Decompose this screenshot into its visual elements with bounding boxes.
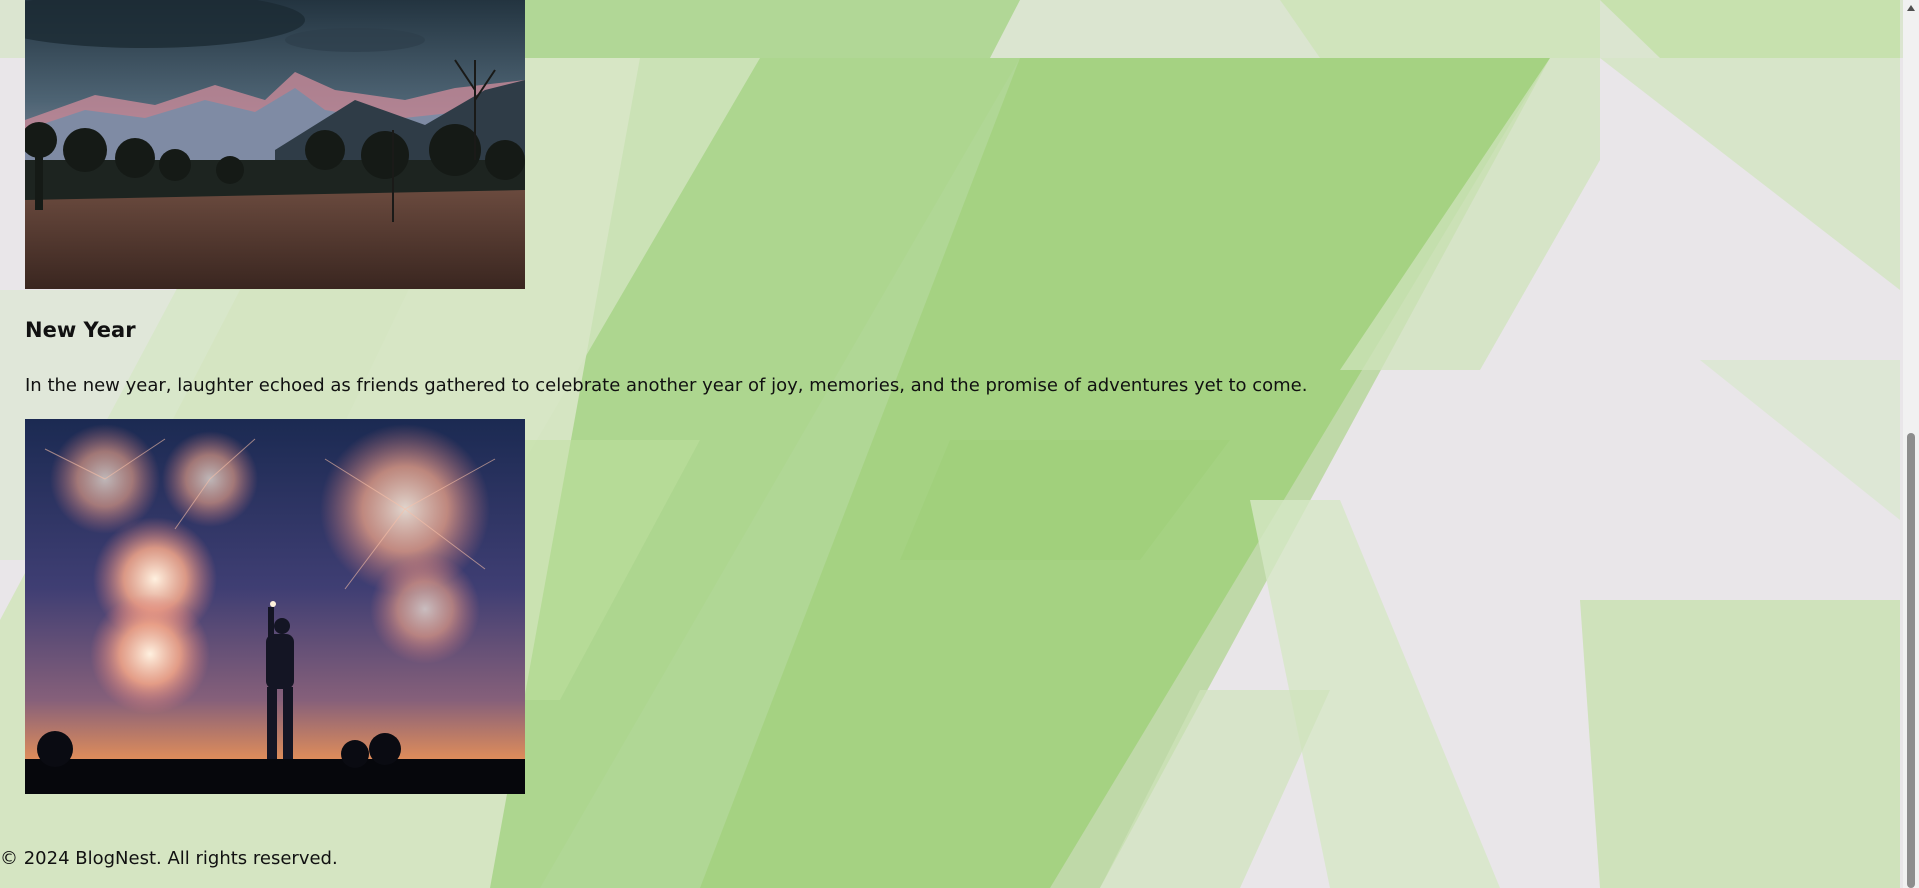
fireworks-image [25, 419, 525, 794]
mountain-landscape-image [25, 0, 525, 289]
post-title: New Year [25, 318, 136, 342]
vertical-scrollbar[interactable] [1903, 0, 1919, 888]
page: New Year In the new year, laughter echoe… [0, 0, 1919, 888]
scroll-up-arrow-icon[interactable] [1903, 0, 1919, 16]
scrollbar-thumb[interactable] [1907, 433, 1915, 888]
footer-copyright: © 2024 BlogNest. All rights reserved. [0, 848, 338, 869]
post-body: In the new year, laughter echoed as frie… [25, 375, 1308, 396]
